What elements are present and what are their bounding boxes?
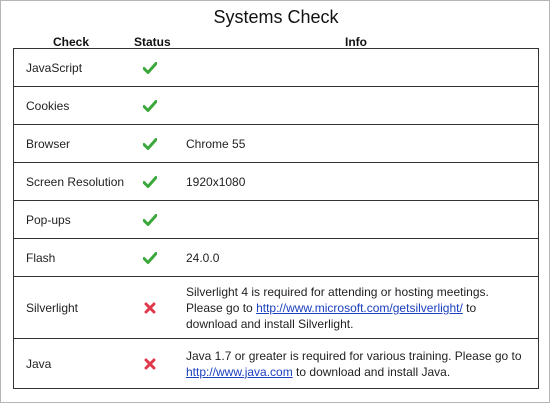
table-row: Browser Chrome 55 [14,125,538,163]
column-header-status: Status [134,35,171,49]
check-name: JavaScript [26,60,83,75]
page-title: Systems Check [213,7,339,27]
x-icon [140,277,160,338]
check-icon [140,163,160,200]
check-icon [140,239,160,276]
check-name: Java [26,356,52,371]
table-row: Silverlight Silverlight 4 is required fo… [14,277,538,339]
check-icon [140,87,160,124]
column-header-check: Check [53,35,90,49]
table-row: Java Java 1.7 or greater is required for… [14,339,538,388]
systems-check-panel: Systems Check Check Status Info JavaScri… [0,0,550,403]
table-row: Pop-ups [14,201,538,239]
download-link[interactable]: http://www.microsoft.com/getsilverlight/ [256,301,463,315]
check-name: Flash [26,250,56,265]
check-name: Silverlight [26,300,79,315]
info-text: to download and install Java. [292,364,451,379]
check-icon [140,201,160,238]
column-header-info: Info [345,35,367,49]
systems-check-table: JavaScript Cookies Browser Chrome 55 Scr… [13,48,539,389]
check-info [186,87,526,124]
check-info: 24.0.0 [186,250,220,265]
check-info: 1920x1080 [186,174,246,189]
info-text: Java 1.7 or greater is required for vari… [186,348,522,363]
check-name: Browser [26,136,71,151]
check-info [186,201,526,238]
check-name: Cookies [26,98,70,113]
check-icon [140,49,160,86]
check-info: Chrome 55 [186,136,246,151]
table-row: JavaScript [14,49,538,87]
check-info [186,49,526,86]
check-name: Screen Resolution [26,174,125,189]
x-icon [140,339,160,388]
check-info: Silverlight 4 is required for attending … [186,277,526,338]
check-icon [140,125,160,162]
check-name: Pop-ups [26,212,71,227]
download-link[interactable]: http://www.java.com [186,365,293,379]
table-row: Flash 24.0.0 [14,239,538,277]
table-row: Screen Resolution 1920x1080 [14,163,538,201]
check-info: Java 1.7 or greater is required for vari… [186,339,526,388]
table-row: Cookies [14,87,538,125]
